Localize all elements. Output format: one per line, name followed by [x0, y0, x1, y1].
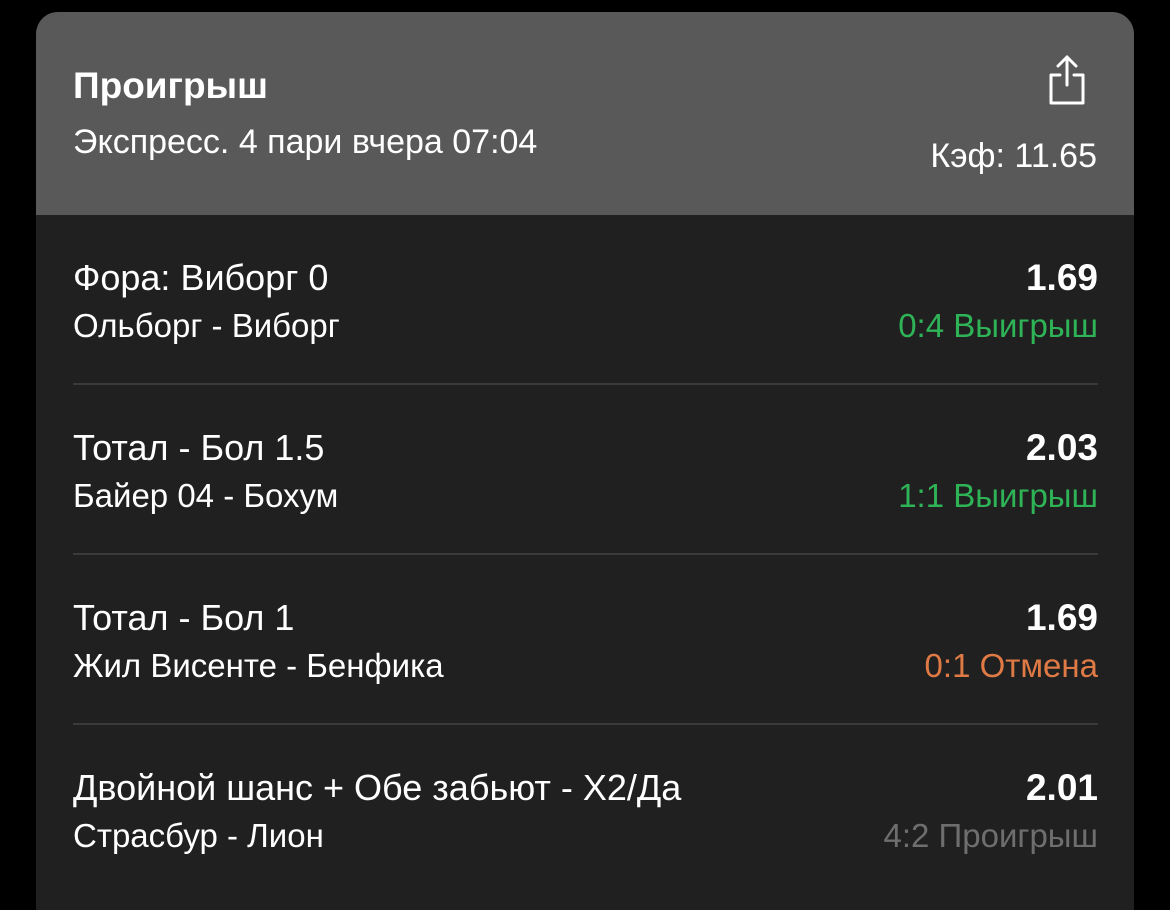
total-odds: Кэф: 11.65 — [930, 137, 1097, 175]
share-icon — [1049, 55, 1085, 105]
bet-row[interactable]: Тотал - Бол 1 Жил Висенте - Бенфика 1.69… — [73, 555, 1098, 725]
bet-row[interactable]: Фора: Виборг 0 Ольборг - Виборг 1.69 0:4… — [73, 215, 1098, 385]
bet-odds: 2.03 — [1025, 427, 1098, 468]
bet-row[interactable]: Тотал - Бол 1.5 Байер 04 - Бохум 2.03 1:… — [73, 385, 1098, 555]
bet-card: Проигрыш Экспресс. 4 пари вчера 07:04 Кэ… — [36, 12, 1134, 910]
bet-result: 0:1 Отмена — [924, 647, 1098, 684]
share-button[interactable] — [1040, 50, 1094, 110]
bet-market: Двойной шанс + Обе забьют - Х2/Да — [73, 767, 682, 808]
bet-market: Тотал - Бол 1 — [73, 597, 295, 638]
bet-match: Жил Висенте - Бенфика — [73, 647, 444, 684]
bet-odds: 2.01 — [1025, 767, 1098, 808]
bet-row[interactable]: Двойной шанс + Обе забьют - Х2/Да Страсб… — [73, 725, 1098, 895]
bet-market: Тотал - Бол 1.5 — [73, 427, 325, 468]
bet-odds: 1.69 — [1025, 257, 1098, 298]
bet-match: Байер 04 - Бохум — [73, 477, 339, 514]
bet-match: Ольборг - Виборг — [73, 307, 340, 344]
bet-odds: 1.69 — [1025, 597, 1098, 638]
bet-result: 1:1 Выигрыш — [898, 477, 1098, 514]
bet-list: Фора: Виборг 0 Ольборг - Виборг 1.69 0:4… — [36, 215, 1134, 895]
bet-result: 4:2 Проигрыш — [883, 817, 1098, 854]
bet-market: Фора: Виборг 0 — [73, 257, 329, 298]
bet-subtitle: Экспресс. 4 пари вчера 07:04 — [73, 123, 538, 161]
bet-card-header: Проигрыш Экспресс. 4 пари вчера 07:04 Кэ… — [36, 12, 1134, 215]
bet-result: 0:4 Выигрыш — [898, 307, 1098, 344]
bet-status-title: Проигрыш — [73, 65, 268, 106]
bet-match: Страсбур - Лион — [73, 817, 324, 854]
